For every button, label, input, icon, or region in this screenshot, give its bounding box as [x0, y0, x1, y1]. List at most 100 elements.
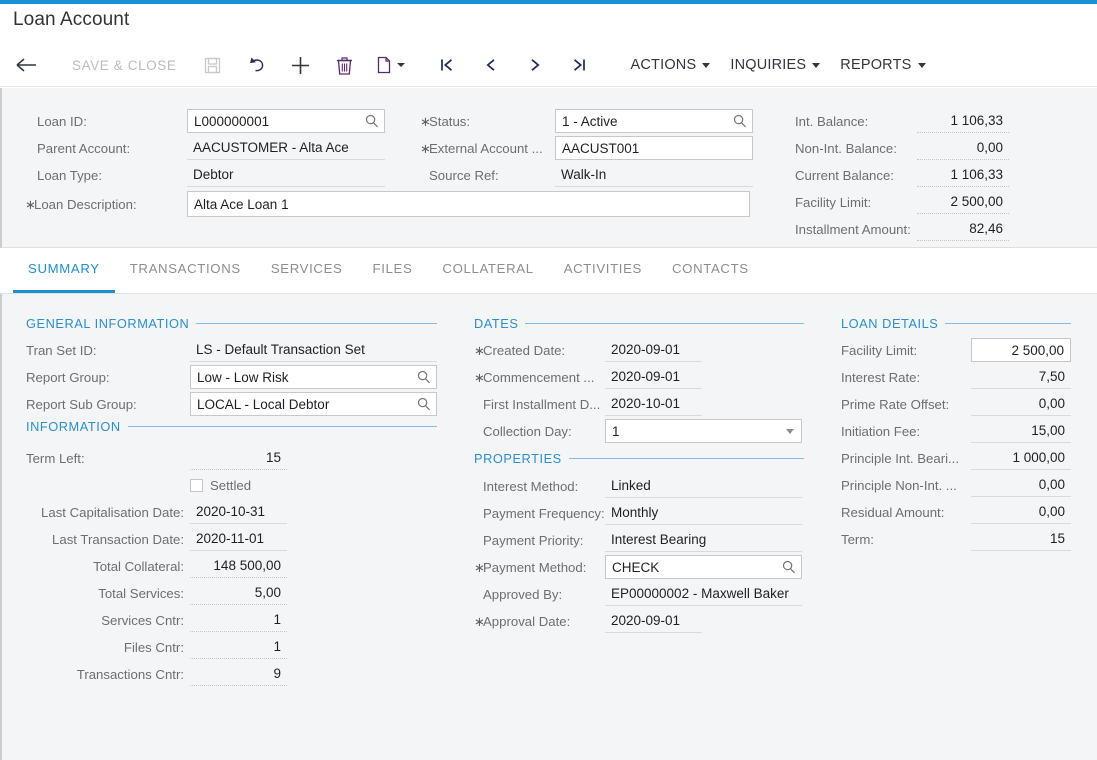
- non-int-balance-value-box: 0,00: [917, 136, 1009, 160]
- search-icon[interactable]: [365, 114, 379, 128]
- search-icon[interactable]: [782, 560, 796, 574]
- loan-type-field-row: Loan Type: Debtor: [37, 163, 385, 187]
- inquiries-menu[interactable]: INQUIRIES: [720, 44, 830, 87]
- first-installment-date-label: First Installment D...: [483, 396, 601, 412]
- int-balance-value-box: 1 106,33: [917, 109, 1009, 133]
- term-value: 15: [1049, 531, 1065, 546]
- status-input[interactable]: 1 - Active: [555, 109, 753, 133]
- tab-services[interactable]: SERVICES: [256, 249, 358, 293]
- payment-priority-row: Payment Priority: Interest Bearing: [474, 528, 802, 552]
- tran-set-id-value-box: LS - Default Transaction Set: [190, 338, 437, 362]
- facility-limit-header-row: Facility Limit: 2 500,00: [795, 190, 1009, 214]
- reports-menu-label: REPORTS: [840, 57, 912, 73]
- trash-icon[interactable]: [323, 44, 367, 87]
- interest-method-value-box: Linked: [605, 474, 802, 498]
- chevron-down-icon[interactable]: [786, 429, 794, 434]
- report-sub-group-input[interactable]: LOCAL - Local Debtor: [190, 392, 437, 416]
- files-cntr-row: Files Cntr: 1: [26, 635, 287, 659]
- facility-limit-header-value: 2 500,00: [950, 194, 1003, 209]
- dates-section-header: DATES: [474, 316, 804, 331]
- installment-amount-value-box: 82,46: [917, 217, 1009, 241]
- general-information-title: GENERAL INFORMATION: [26, 316, 190, 331]
- next-record-icon[interactable]: [513, 44, 557, 87]
- payment-priority-value-box: Interest Bearing: [605, 528, 802, 552]
- initiation-fee-label: Initiation Fee:: [841, 423, 921, 439]
- approval-date-row: ∗ Approval Date: 2020-09-01: [474, 609, 702, 633]
- loan-id-input[interactable]: L000000001: [187, 109, 385, 133]
- term-left-value: 15: [265, 450, 281, 465]
- facility-limit-label: Facility Limit:: [841, 342, 918, 358]
- files-cntr-label: Files Cntr:: [123, 639, 184, 655]
- tab-activities[interactable]: ACTIVITIES: [549, 249, 657, 293]
- search-icon[interactable]: [417, 397, 431, 411]
- external-account-input[interactable]: AACUST001: [555, 136, 753, 160]
- last-transaction-date-label: Last Transaction Date:: [52, 531, 184, 547]
- save-icon[interactable]: [191, 44, 235, 87]
- first-installment-date-row: First Installment D... 2020-10-01: [474, 392, 702, 416]
- source-ref-value-box: Walk-In: [555, 163, 753, 187]
- report-group-input[interactable]: Low - Low Risk: [190, 365, 437, 389]
- loan-details-section-header: LOAN DETAILS: [841, 316, 1071, 331]
- last-capitalisation-date-value-box: 2020-10-31: [190, 500, 287, 524]
- settled-checkbox[interactable]: [190, 478, 203, 492]
- facility-limit-header-label: Facility Limit:: [795, 194, 872, 210]
- reports-menu[interactable]: REPORTS: [830, 44, 935, 87]
- report-sub-group-row: Report Sub Group: LOCAL - Local Debtor: [26, 392, 437, 416]
- settled-label: Settled: [210, 477, 252, 493]
- current-balance-label: Current Balance:: [795, 167, 894, 183]
- principle-non-int-row: Principle Non-Int. ... 0,00: [841, 473, 1071, 497]
- collection-day-select[interactable]: 1: [605, 419, 802, 443]
- tab-transactions[interactable]: TRANSACTIONS: [115, 249, 256, 293]
- collection-day-label: Collection Day:: [483, 423, 572, 439]
- loan-description-value: Alta Ace Loan 1: [194, 196, 289, 212]
- tab-files[interactable]: FILES: [358, 249, 428, 293]
- parent-account-field-row: Parent Account: AACUSTOMER - Alta Ace: [37, 136, 385, 160]
- undo-icon[interactable]: [235, 44, 279, 87]
- transactions-cntr-row: Transactions Cntr: 9: [26, 662, 287, 686]
- required-marker: ∗: [474, 613, 485, 629]
- term-value-box: 15: [971, 527, 1071, 551]
- term-row: Term: 15: [841, 527, 1071, 551]
- loan-description-label: Loan Description:: [34, 196, 137, 212]
- settled-checkbox-row[interactable]: Settled: [190, 473, 251, 497]
- loan-id-field-row: Loan ID: L000000001: [37, 109, 385, 133]
- principle-non-int-label: Principle Non-Int. ...: [841, 477, 957, 493]
- loan-id-value: L000000001: [194, 113, 270, 129]
- search-icon[interactable]: [417, 370, 431, 384]
- external-account-value: AACUST001: [562, 140, 640, 156]
- non-int-balance-value: 0,00: [976, 140, 1003, 155]
- loan-description-input[interactable]: Alta Ace Loan 1: [187, 191, 750, 217]
- inquiries-menu-label: INQUIRIES: [730, 57, 807, 73]
- prime-rate-offset-row: Prime Rate Offset: 0,00: [841, 392, 1071, 416]
- tran-set-id-row: Tran Set ID: LS - Default Transaction Se…: [26, 338, 437, 362]
- previous-record-icon[interactable]: [469, 44, 513, 87]
- first-record-icon[interactable]: [425, 44, 469, 87]
- created-date-value-box: 2020-09-01: [605, 338, 702, 362]
- section-rule: [568, 458, 804, 459]
- last-capitalisation-date-row: Last Capitalisation Date: 2020-10-31: [26, 500, 287, 524]
- payment-method-input[interactable]: CHECK: [605, 555, 802, 579]
- tab-collateral[interactable]: COLLATERAL: [427, 249, 548, 293]
- prime-rate-offset-label: Prime Rate Offset:: [841, 396, 950, 412]
- transactions-cntr-label: Transactions Cntr:: [76, 666, 184, 682]
- search-icon[interactable]: [733, 114, 747, 128]
- residual-amount-value-box: 0,00: [971, 500, 1071, 524]
- last-transaction-date-row: Last Transaction Date: 2020-11-01: [26, 527, 287, 551]
- back-arrow-icon[interactable]: [0, 44, 52, 87]
- actions-menu[interactable]: ACTIONS: [621, 44, 721, 87]
- last-record-icon[interactable]: [557, 44, 601, 87]
- current-balance-row: Current Balance: 1 106,33: [795, 163, 1009, 187]
- transactions-cntr-value-box: 9: [190, 662, 287, 686]
- files-cntr-value-box: 1: [190, 635, 287, 659]
- plus-icon[interactable]: [279, 44, 323, 87]
- loan-type-value: Debtor: [193, 167, 234, 182]
- term-label: Term:: [841, 531, 874, 547]
- tab-contacts[interactable]: CONTACTS: [657, 249, 764, 293]
- tab-summary[interactable]: SUMMARY: [13, 249, 115, 293]
- principle-int-bearing-label: Principle Int. Beari...: [841, 450, 960, 466]
- residual-amount-value: 0,00: [1038, 504, 1065, 519]
- save-and-close-button[interactable]: SAVE & CLOSE: [58, 44, 191, 87]
- commencement-date-row: ∗ Commencement ... 2020-09-01: [474, 365, 702, 389]
- copy-paste-button[interactable]: [367, 44, 415, 87]
- facility-limit-input[interactable]: 2 500,00: [971, 338, 1071, 362]
